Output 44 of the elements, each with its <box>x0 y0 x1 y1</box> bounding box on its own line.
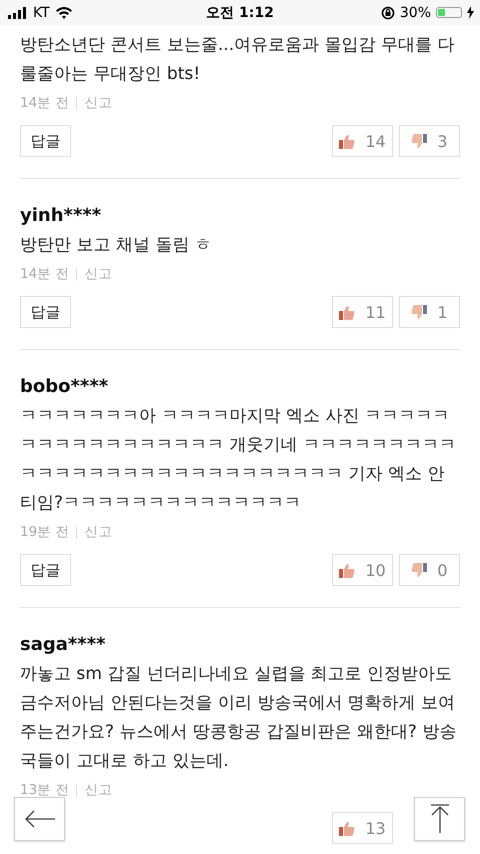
carrier: KT <box>33 4 50 20</box>
comment-text: 까놓고 sm 갑질 넌더리나네요 실렵을 최고로 인정받아도 금수저아님 안된다는것을 이리 방송국에서 명확하게 보여주는건가요? 뉴스에서 땅콩항공 갑질비판은 왜한대? 방송국들이 고대로 하고 있는데. <box>20 663 458 773</box>
thumbs-down-icon <box>411 304 428 320</box>
report-link[interactable]: 신고 <box>84 522 112 542</box>
comment-text: ㅋㅋㅋㅋㅋㅋㅋ아 ㅋㅋㅋㅋ마지막 엑소 사진 ㅋㅋㅋㅋㅋㅋㅋㅋㅋㅋㅋㅋㅋㅋㅋㅋㅋ 개웃기네 ㅋㅋㅋㅋㅋㅋㅋㅋㅋㅋㅋㅋㅋㅋㅋㅋㅋㅋㅋㅋㅋㅋㅋㅋㅋㅋㅋㅋ 기자 엑소 안티임?ㅋㅋㅋㅋㅋㅋㅋㅋㅋㅋㅋㅋㅋㅋ <box>20 405 457 515</box>
like-button[interactable]: 11 <box>332 296 393 328</box>
report-link[interactable]: 신고 <box>84 93 112 113</box>
username: yinh**** <box>20 204 102 228</box>
up-arrow-icon <box>430 804 450 834</box>
battery-percent: 30% <box>400 4 431 20</box>
thumbs-up-icon <box>339 820 356 836</box>
wifi-icon <box>54 6 73 19</box>
back-button[interactable] <box>14 797 65 841</box>
comment-text: 방탄소년단 콘서트 보는줄...여유로움과 몰입감 무대를 다룰줄아는 무대장인 bts! <box>20 34 456 86</box>
like-button[interactable]: 10 <box>332 554 393 586</box>
comment-time: 13분 전 <box>20 781 70 800</box>
battery-icon <box>436 7 462 18</box>
rotation-lock-icon <box>380 6 395 20</box>
signal-icon <box>8 6 28 18</box>
like-button[interactable]: 13 <box>332 812 393 844</box>
dislike-button[interactable]: 1 <box>399 296 460 328</box>
scroll-top-button[interactable] <box>414 797 465 841</box>
left-arrow-icon <box>24 810 56 828</box>
dislike-button[interactable]: 0 <box>399 554 460 586</box>
report-link[interactable]: 신고 <box>84 264 112 284</box>
reply-button[interactable]: 답글 <box>20 296 71 328</box>
thumbs-down-icon <box>411 562 428 578</box>
thumbs-up-icon <box>339 134 356 148</box>
clock: 오전 1:12 <box>206 4 274 22</box>
reply-button[interactable]: 답글 <box>20 554 71 586</box>
username: bobo**** <box>20 375 110 399</box>
thumbs-down-icon <box>411 134 428 148</box>
comment-time: 14분 전 <box>20 94 70 113</box>
report-link[interactable]: 신고 <box>84 780 112 800</box>
username: saga**** <box>20 633 107 657</box>
comment-text: 방탄만 보고 채널 돌림 ㅎ <box>20 234 213 257</box>
reply-button[interactable]: 답글 <box>20 125 71 157</box>
comment-time: 14분 전 <box>20 265 70 284</box>
thumbs-up-icon <box>339 562 356 578</box>
comment-time: 19분 전 <box>20 523 70 542</box>
thumbs-up-icon <box>339 304 356 320</box>
like-button[interactable]: 14 <box>332 125 393 157</box>
charging-icon <box>467 6 474 19</box>
dislike-button[interactable]: 3 <box>399 125 460 157</box>
